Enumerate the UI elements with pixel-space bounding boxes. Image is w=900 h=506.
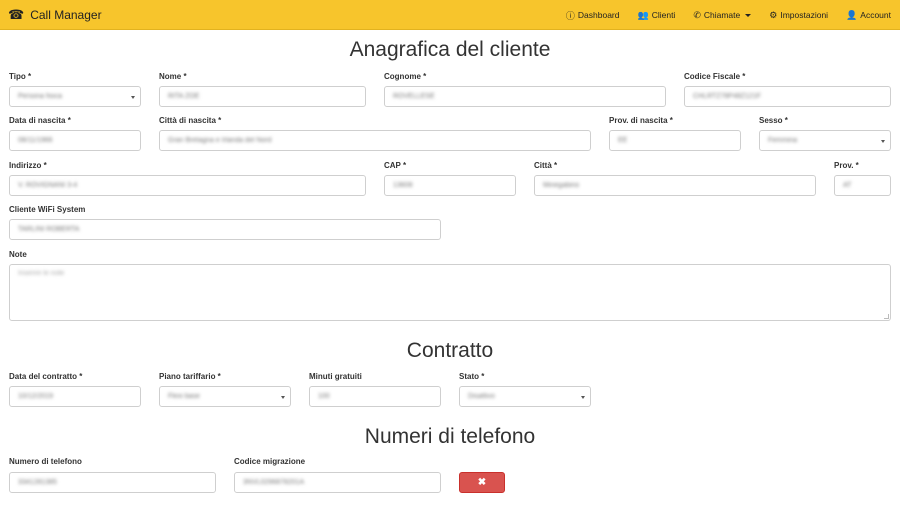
- citta-nascita-label: Città di nascita *: [159, 116, 222, 125]
- nav-clienti[interactable]: 👥 Clienti: [637, 10, 675, 21]
- sesso-label: Sesso *: [759, 116, 788, 125]
- data-nascita-value: 08/11/1966: [18, 137, 53, 144]
- nav-clienti-label: Clienti: [651, 10, 676, 20]
- indirizzo-value: V. ROVIGNANI 3-4: [18, 182, 78, 189]
- note-placeholder: Inserire le note: [18, 270, 65, 277]
- cognome-input[interactable]: ROVELLESE: [384, 86, 666, 107]
- wifi-value: TARLINI ROBERTA: [18, 226, 80, 233]
- info-icon: ⓘ: [565, 10, 575, 21]
- cap-label: CAP *: [384, 161, 407, 170]
- nav-chiamate-label: Chiamate: [703, 10, 741, 20]
- app-brand[interactable]: ☎ Call Manager: [8, 0, 102, 30]
- note-label: Note: [9, 250, 27, 259]
- numero-value: 3341281385: [18, 479, 57, 486]
- wifi-label: Cliente WiFi System: [9, 205, 86, 214]
- nome-value: RITA ZOE: [168, 93, 200, 100]
- stato-label: Stato *: [459, 372, 485, 381]
- section-title-anagrafica: Anagrafica del cliente: [349, 38, 551, 61]
- migrazione-value: 3NVL0296878201A: [243, 479, 305, 486]
- stato-value: Disattivo: [468, 393, 495, 400]
- main-nav: ⓘ Dashboard 👥 Clienti ✆ Chiamate ⚙ Impos…: [566, 0, 891, 30]
- phone-icon: ☎: [8, 7, 25, 22]
- sesso-select[interactable]: Femmina: [759, 130, 891, 151]
- prov-nascita-label: Prov. di nascita *: [609, 116, 673, 125]
- piano-label: Piano tariffario *: [159, 372, 221, 381]
- citta-nascita-value: Gran Bretagna e Irlanda del Nord: [168, 137, 272, 144]
- nav-account-label: Account: [860, 10, 891, 20]
- app-title: Call Manager: [30, 8, 102, 22]
- nome-label: Nome *: [159, 72, 187, 81]
- cap-value: 13608: [393, 182, 413, 189]
- nav-dashboard-label: Dashboard: [577, 10, 620, 20]
- data-contratto-value: 10/12/2019: [18, 393, 54, 400]
- cognome-label: Cognome *: [384, 72, 427, 81]
- citta-value: Minegabino: [543, 182, 580, 189]
- migrazione-input[interactable]: 3NVL0296878201A: [234, 472, 441, 493]
- sesso-value: Femmina: [768, 137, 798, 144]
- data-nascita-input[interactable]: 08/11/1966: [9, 130, 141, 151]
- cognome-value: ROVELLESE: [393, 93, 435, 100]
- note-textarea[interactable]: Inserire le note: [9, 264, 891, 321]
- codice-fiscale-value: CHLRTZ78P48Z121F: [693, 93, 761, 100]
- tipo-value: Persona fisica: [18, 93, 62, 100]
- indirizzo-label: Indirizzo *: [9, 161, 47, 170]
- gear-icon: ⚙: [769, 9, 778, 20]
- nav-dashboard[interactable]: ⓘ Dashboard: [566, 9, 620, 22]
- minuti-label: Minuti gratuiti: [309, 372, 362, 381]
- user-icon: 👤: [846, 9, 858, 20]
- prov-value: AT: [843, 182, 852, 189]
- numero-input[interactable]: 3341281385: [9, 472, 216, 493]
- piano-value: Flexi base: [168, 393, 200, 400]
- indirizzo-input[interactable]: V. ROVIGNANI 3-4: [9, 175, 366, 196]
- stato-select[interactable]: Disattivo: [459, 386, 591, 407]
- data-contratto-input[interactable]: 10/12/2019: [9, 386, 141, 407]
- tipo-label: Tipo *: [9, 72, 32, 81]
- nav-chiamate[interactable]: ✆ Chiamate: [693, 9, 752, 21]
- prov-nascita-value: EE: [618, 137, 628, 144]
- tipo-select[interactable]: Persona fisica: [9, 86, 141, 107]
- delete-number-button[interactable]: ✖: [459, 472, 505, 493]
- minuti-value: 100: [318, 393, 330, 400]
- section-title-numeri: Numeri di telefono: [364, 425, 536, 448]
- prov-input[interactable]: AT: [834, 175, 891, 196]
- close-icon: ✖: [477, 477, 487, 488]
- nav-impostazioni[interactable]: ⚙ Impostazioni: [769, 10, 828, 21]
- citta-label: Città *: [534, 161, 558, 170]
- piano-select[interactable]: Flexi base: [159, 386, 291, 407]
- data-nascita-label: Data di nascita *: [9, 116, 71, 125]
- data-contratto-label: Data del contratto *: [9, 372, 83, 381]
- phone-call-icon: ✆: [693, 9, 701, 20]
- minuti-input[interactable]: 100: [309, 386, 441, 407]
- nav-impostazioni-label: Impostazioni: [780, 10, 829, 20]
- citta-input[interactable]: Minegabino: [534, 175, 816, 196]
- resize-grip-icon[interactable]: [884, 314, 889, 319]
- prov-label: Prov. *: [834, 161, 859, 170]
- nome-input[interactable]: RITA ZOE: [159, 86, 366, 107]
- codice-fiscale-input[interactable]: CHLRTZ78P48Z121F: [684, 86, 891, 107]
- migrazione-label: Codice migrazione: [234, 457, 306, 466]
- users-icon: 👥: [637, 9, 649, 20]
- wifi-input[interactable]: TARLINI ROBERTA: [9, 219, 441, 240]
- prov-nascita-input[interactable]: EE: [609, 130, 741, 151]
- top-navbar: ☎ Call Manager ⓘ Dashboard 👥 Clienti ✆ C…: [0, 0, 900, 30]
- chevron-down-icon: [745, 13, 752, 17]
- citta-nascita-input[interactable]: Gran Bretagna e Irlanda del Nord: [159, 130, 591, 151]
- nav-account[interactable]: 👤 Account: [846, 10, 891, 21]
- section-title-contratto: Contratto: [406, 339, 494, 362]
- numero-label: Numero di telefono: [9, 457, 82, 466]
- codice-fiscale-label: Codice Fiscale *: [684, 72, 746, 81]
- cap-input[interactable]: 13608: [384, 175, 516, 196]
